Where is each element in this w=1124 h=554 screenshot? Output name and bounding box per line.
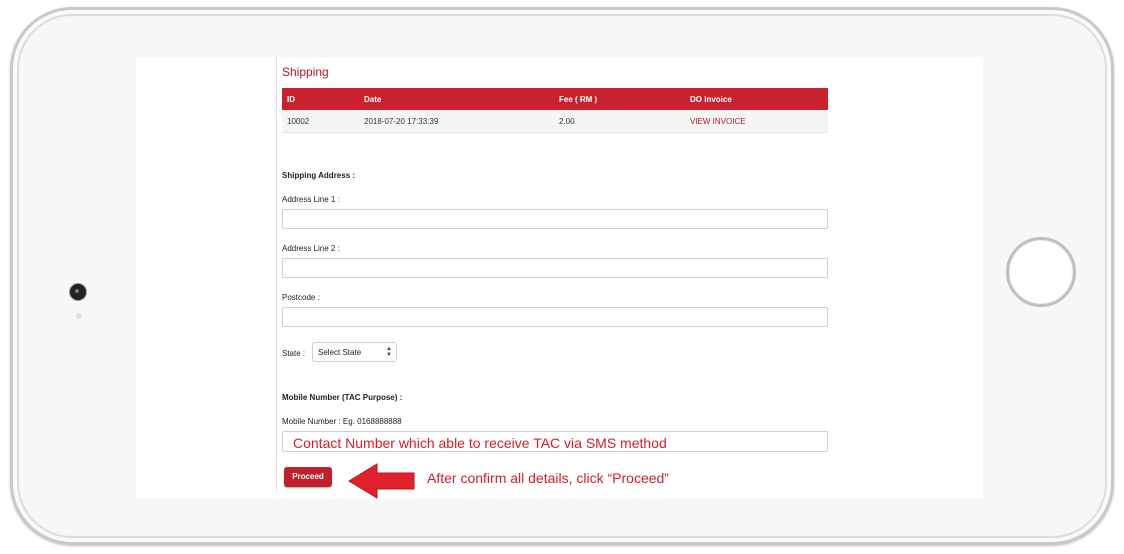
camera-icon: [70, 284, 86, 300]
cell-date: 2018-07-20 17:33:39: [359, 110, 554, 133]
cell-fee: 2.00: [554, 110, 685, 133]
address-line-1-label: Address Line 1 :: [282, 195, 340, 204]
shipping-title: Shipping: [282, 65, 329, 79]
screen: Shipping ID Date Fee ( RM ) DO Invoice 1…: [136, 57, 983, 499]
left-arrow-icon: [348, 463, 415, 499]
shipping-table: ID Date Fee ( RM ) DO Invoice 10002 2018…: [282, 88, 828, 133]
table-row: 10002 2018-07-20 17:33:39 2.00 VIEW INVO…: [282, 110, 828, 133]
postcode-label: Postcode :: [282, 293, 320, 302]
proceed-annotation: After confirm all details, click “Procee…: [427, 470, 669, 486]
column-header-id: ID: [282, 88, 359, 110]
mobile-number-annotation: Contact Number which able to receive TAC…: [293, 435, 667, 451]
cell-id: 10002: [282, 110, 359, 133]
proceed-button[interactable]: Proceed: [284, 467, 332, 487]
content-divider: [276, 57, 277, 492]
select-arrows-icon: ▲ ▼: [386, 346, 392, 358]
column-header-date: Date: [359, 88, 554, 110]
state-select[interactable]: Select State ▲ ▼: [312, 342, 397, 362]
shipping-address-heading: Shipping Address :: [282, 171, 356, 180]
mobile-number-heading: Mobile Number (TAC Purpose) :: [282, 393, 403, 402]
mobile-number-label: Mobile Number : Eg. 0168888888: [282, 417, 402, 426]
view-invoice-link[interactable]: VIEW INVOICE: [685, 110, 828, 133]
column-header-fee: Fee ( RM ): [554, 88, 685, 110]
mobile-number-input[interactable]: Contact Number which able to receive TAC…: [282, 431, 828, 452]
address-line-1-input[interactable]: [282, 209, 828, 229]
home-button[interactable]: [1006, 237, 1076, 307]
address-line-2-label: Address Line 2 :: [282, 244, 340, 253]
column-header-do-invoice: DO Invoice: [685, 88, 828, 110]
postcode-input[interactable]: [282, 307, 828, 327]
sensor-dot: [76, 313, 82, 319]
table-header-row: ID Date Fee ( RM ) DO Invoice: [282, 88, 828, 110]
address-line-2-input[interactable]: [282, 258, 828, 278]
state-label: State :: [282, 349, 306, 358]
state-select-value: Select State: [318, 348, 362, 357]
